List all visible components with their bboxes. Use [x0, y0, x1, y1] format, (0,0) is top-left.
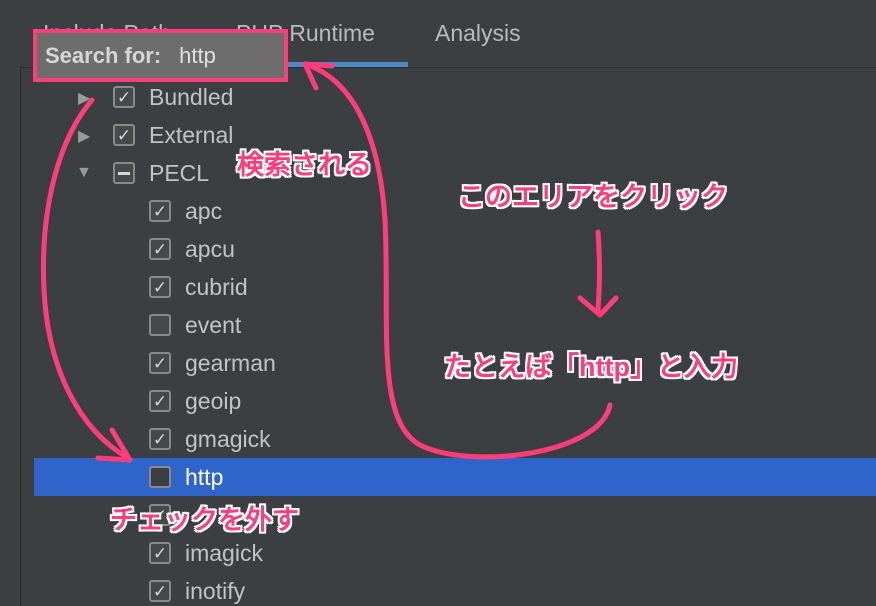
gearman-checkbox[interactable]: ✓: [149, 352, 171, 374]
tree-item-inotify[interactable]: inotify: [185, 578, 245, 605]
collapsed-arrow-icon[interactable]: ▶: [78, 126, 90, 146]
tree-item-http[interactable]: http: [185, 464, 223, 491]
pecl-checkbox[interactable]: [113, 162, 135, 184]
tree-item-apcu[interactable]: apcu: [185, 236, 235, 263]
tab-analysis[interactable]: Analysis: [435, 20, 521, 47]
event-checkbox[interactable]: [149, 314, 171, 336]
apcu-checkbox[interactable]: ✓: [149, 238, 171, 260]
tree-group-external[interactable]: External: [149, 122, 233, 149]
tree-group-pecl[interactable]: PECL: [149, 160, 209, 187]
tree-item-event[interactable]: event: [185, 312, 241, 339]
geoip-checkbox[interactable]: ✓: [149, 390, 171, 412]
tree-item-cubrid[interactable]: cubrid: [185, 274, 248, 301]
tree-item-geoip[interactable]: geoip: [185, 388, 241, 415]
tree-item-gmagick[interactable]: gmagick: [185, 426, 271, 453]
bundled-checkbox[interactable]: ✓: [113, 86, 135, 108]
http-checkbox[interactable]: [149, 466, 171, 488]
tree-item-gearman[interactable]: gearman: [185, 350, 276, 377]
search-input[interactable]: http: [179, 43, 216, 69]
gmagick-checkbox[interactable]: ✓: [149, 428, 171, 450]
annotation-click-area: このエリアをクリック: [458, 182, 728, 212]
arrow-to-search-popup: [302, 61, 613, 460]
tree-item-imagick[interactable]: imagick: [185, 540, 263, 567]
search-popup[interactable]: Search for: http: [33, 29, 288, 82]
tree-group-bundled[interactable]: Bundled: [149, 84, 233, 111]
arrow-to-http-row: [40, 97, 131, 461]
expanded-arrow-icon[interactable]: ▼: [76, 164, 92, 182]
apc-checkbox[interactable]: ✓: [149, 200, 171, 222]
cubrid-checkbox[interactable]: ✓: [149, 276, 171, 298]
external-checkbox[interactable]: ✓: [113, 124, 135, 146]
tree-item-apc[interactable]: apc: [185, 198, 222, 225]
annotation-uncheck: チェックを外す: [110, 505, 299, 535]
arrow-to-http-row-head: [95, 427, 133, 463]
search-label: Search for:: [45, 42, 162, 68]
inotify-checkbox[interactable]: ✓: [149, 580, 171, 602]
left-divider: [20, 68, 21, 606]
arrow-down-head: [577, 295, 619, 318]
arrow-down: [595, 229, 602, 313]
imagick-checkbox[interactable]: ✓: [149, 542, 171, 564]
collapsed-arrow-icon[interactable]: ▶: [78, 88, 90, 108]
annotation-example-input: たとえば「http」と入力: [444, 352, 738, 382]
annotation-searched: 検索される: [237, 150, 372, 180]
